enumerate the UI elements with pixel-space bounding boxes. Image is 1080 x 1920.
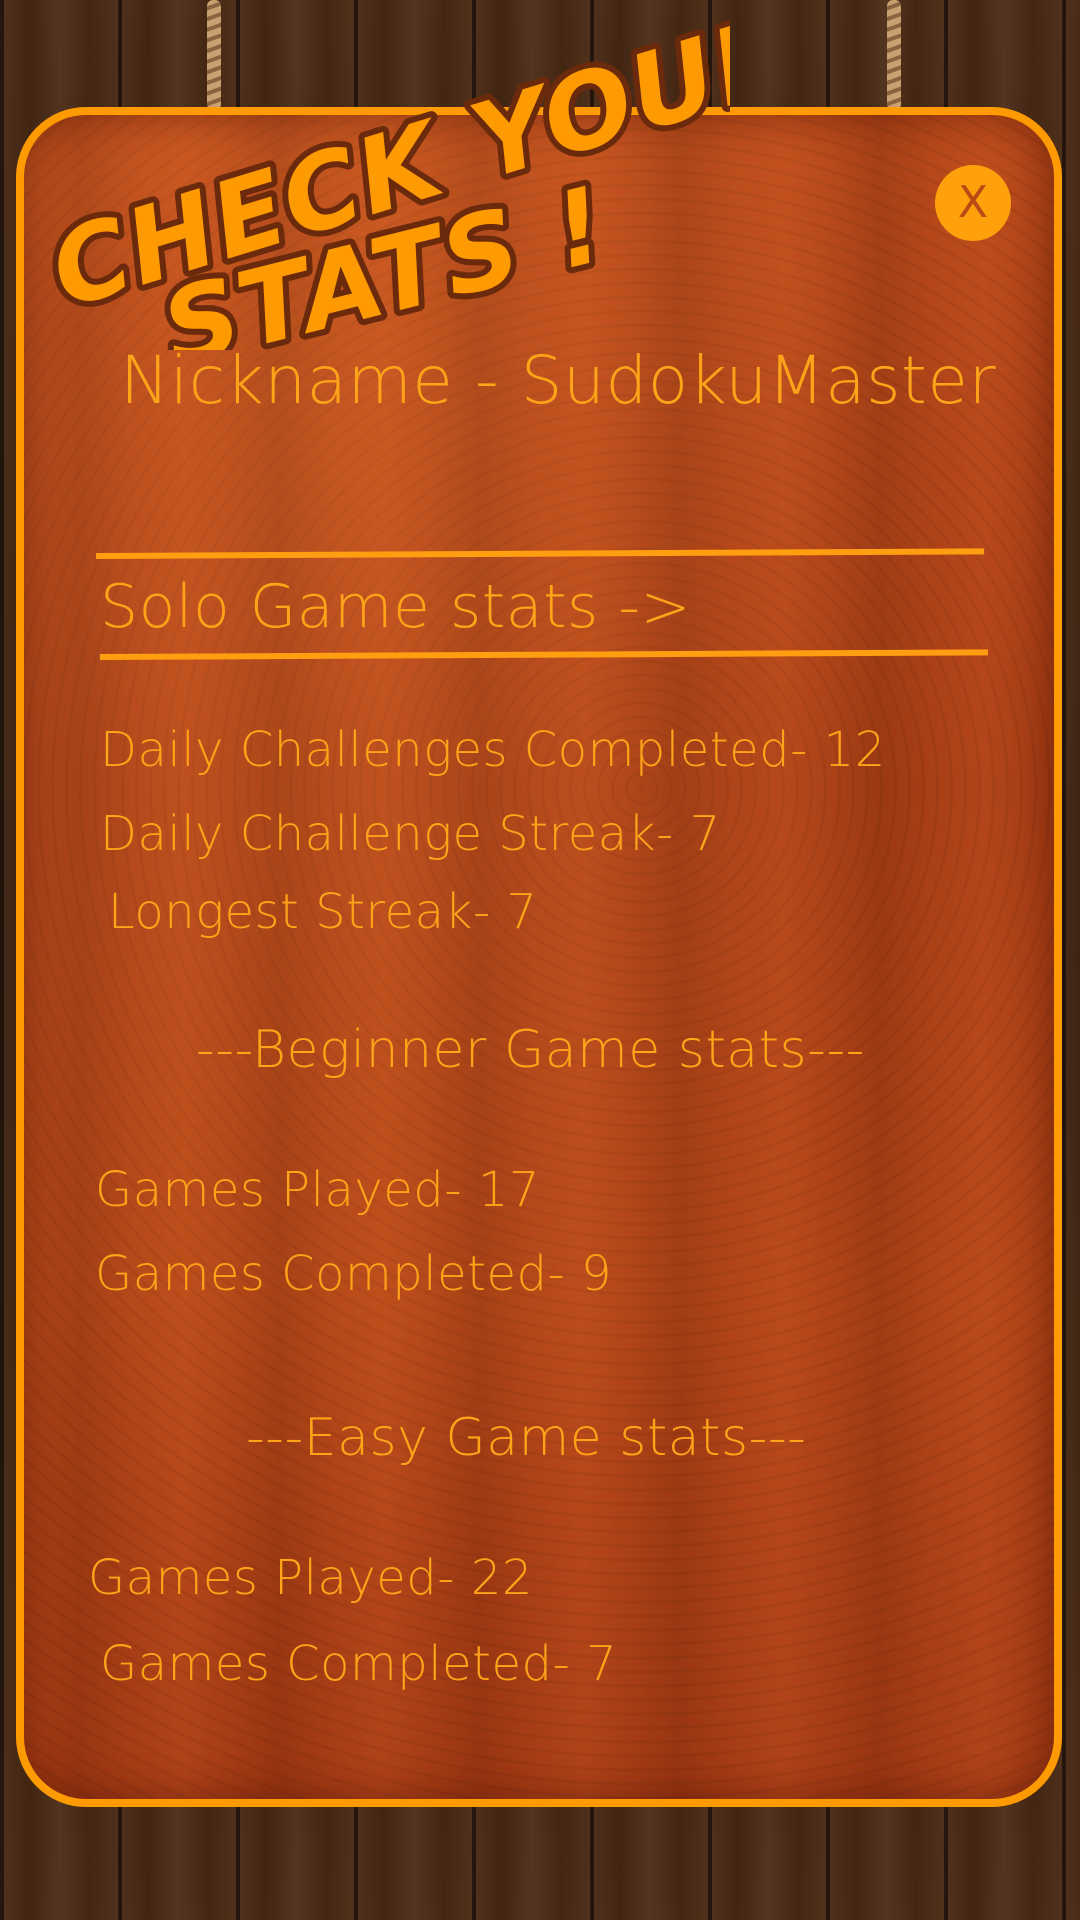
solo-stats-heading: Solo Game stats -> xyxy=(100,572,692,642)
app-screen: CHECK YOUR STATS ! X Nickname - SudokuMa… xyxy=(0,0,1080,1920)
hanging-rope-right xyxy=(887,0,901,110)
close-button[interactable]: X xyxy=(935,165,1011,241)
easy-stats-heading: ---Easy Game stats--- xyxy=(246,1408,807,1468)
daily-challenge-streak: Daily Challenge Streak- 7 xyxy=(100,806,721,862)
beginner-games-played: Games Played- 17 xyxy=(95,1162,540,1218)
daily-challenges-completed: Daily Challenges Completed- 12 xyxy=(100,722,886,778)
longest-streak: Longest Streak- 7 xyxy=(108,884,538,940)
easy-games-played: Games Played- 22 xyxy=(88,1550,533,1606)
hanging-rope-left xyxy=(207,0,221,110)
nickname-label: Nickname - SudokuMaster xyxy=(120,342,997,419)
beginner-stats-heading: ---Beginner Game stats--- xyxy=(196,1020,865,1080)
easy-games-completed: Games Completed- 7 xyxy=(100,1636,618,1692)
beginner-games-completed: Games Completed- 9 xyxy=(95,1246,613,1302)
